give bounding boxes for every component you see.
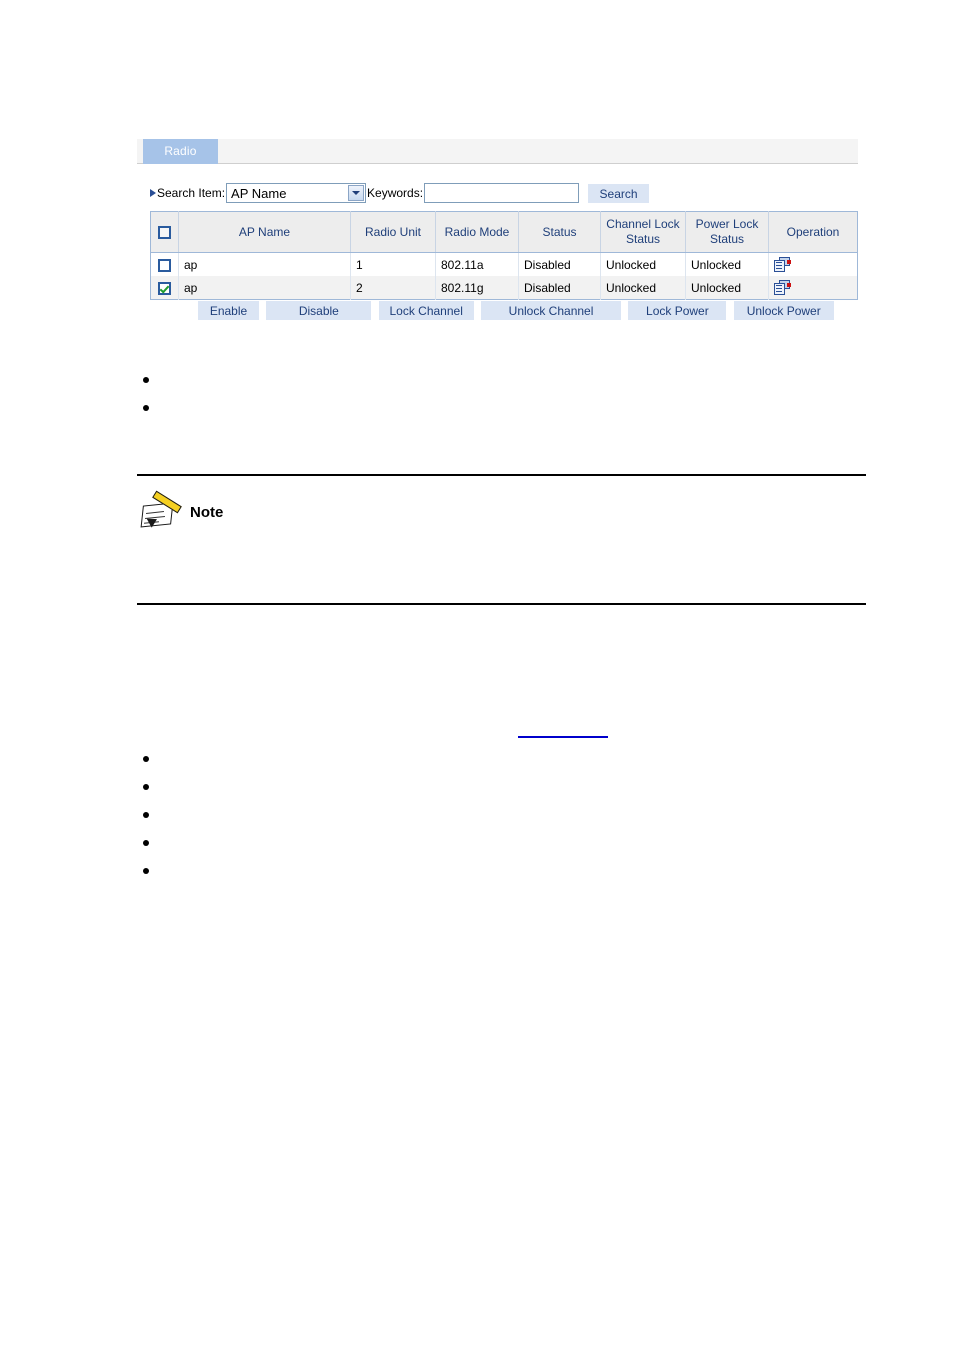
- cross-reference-link[interactable]: [518, 722, 608, 738]
- note-label: Note: [190, 503, 224, 521]
- tab-radio[interactable]: Radio: [143, 139, 218, 164]
- row-checkbox[interactable]: [158, 281, 171, 295]
- row-checkbox[interactable]: [158, 258, 171, 272]
- column-header-channel-lock-status: Channel Lock Status: [600, 211, 686, 253]
- keywords-input[interactable]: [424, 183, 580, 203]
- search-item-selected-value: AP Name: [231, 186, 287, 201]
- lock-power-button[interactable]: Lock Power: [628, 301, 727, 320]
- note-pencil-icon: [140, 490, 186, 530]
- properties-icon-badge: [787, 283, 791, 288]
- select-all-header: [150, 211, 179, 253]
- search-button[interactable]: Search: [588, 183, 650, 203]
- properties-icon-lines: [776, 285, 782, 287]
- column-header-power-lock-status: Power Lock Status: [685, 211, 769, 253]
- cell-radio-unit: 2: [350, 276, 436, 300]
- column-header-status: Status: [518, 211, 601, 253]
- disable-button[interactable]: Disable: [266, 301, 372, 320]
- list-item: [137, 800, 837, 828]
- radio-table: AP Name Radio Unit Radio Mode Status Cha…: [150, 211, 858, 300]
- list-item: [137, 393, 837, 421]
- lock-channel-button[interactable]: Lock Channel: [378, 301, 474, 320]
- cell-operation: [768, 252, 858, 276]
- properties-icon-lines: [776, 262, 782, 264]
- search-item-label: Search Item:: [157, 186, 226, 200]
- cell-channel-lock-status: Unlocked: [600, 252, 686, 276]
- note-rule-bottom: [137, 603, 866, 605]
- enable-button[interactable]: Enable: [198, 301, 259, 320]
- chevron-down-icon[interactable]: [348, 185, 365, 201]
- table-row: ap 1 802.11a Disabled Unlocked Unlocked: [150, 252, 858, 276]
- bullet-list-top: [137, 365, 837, 421]
- list-item: [137, 744, 837, 772]
- table-row: ap 2 802.11g Disabled Unlocked Unlocked: [150, 276, 858, 300]
- properties-icon[interactable]: [774, 280, 791, 296]
- search-bar: Search Item: AP Name Keywords: Search: [150, 182, 650, 204]
- bullet-list-bottom: [137, 744, 837, 884]
- cell-ap-name: ap: [178, 252, 351, 276]
- radio-management-figure: Radio Search Item: AP Name Keywords: Sea…: [137, 139, 858, 320]
- properties-icon[interactable]: [774, 257, 791, 273]
- row-select-cell: [150, 252, 179, 276]
- keywords-label: Keywords:: [367, 186, 424, 200]
- cell-operation: [768, 276, 858, 300]
- cell-radio-mode: 802.11g: [435, 276, 519, 300]
- cell-power-lock-status: Unlocked: [685, 252, 769, 276]
- cell-radio-unit: 1: [350, 252, 436, 276]
- search-item-select[interactable]: AP Name: [226, 183, 367, 203]
- list-item: [137, 365, 837, 393]
- row-select-cell: [150, 276, 179, 300]
- cell-status: Disabled: [518, 252, 601, 276]
- list-item: [137, 772, 837, 800]
- triangle-right-icon: [150, 189, 156, 197]
- table-header-row: AP Name Radio Unit Radio Mode Status Cha…: [150, 211, 858, 253]
- column-header-ap-name: AP Name: [178, 211, 351, 253]
- column-header-operation: Operation: [768, 211, 858, 253]
- note-rule-top: [137, 474, 866, 476]
- column-header-radio-unit: Radio Unit: [350, 211, 436, 253]
- unlock-channel-button[interactable]: Unlock Channel: [481, 301, 622, 320]
- select-all-checkbox[interactable]: [158, 225, 171, 239]
- note-heading: Note: [140, 490, 224, 532]
- cell-channel-lock-status: Unlocked: [600, 276, 686, 300]
- cell-ap-name: ap: [178, 276, 351, 300]
- action-button-bar: Enable Disable Lock Channel Unlock Chann…: [198, 301, 834, 320]
- properties-icon-badge: [787, 260, 791, 265]
- tab-strip: Radio: [137, 139, 858, 164]
- list-item: [137, 828, 837, 856]
- list-item: [137, 856, 837, 884]
- cell-status: Disabled: [518, 276, 601, 300]
- column-header-radio-mode: Radio Mode: [435, 211, 519, 253]
- unlock-power-button[interactable]: Unlock Power: [733, 301, 834, 320]
- cell-power-lock-status: Unlocked: [685, 276, 769, 300]
- cell-radio-mode: 802.11a: [435, 252, 519, 276]
